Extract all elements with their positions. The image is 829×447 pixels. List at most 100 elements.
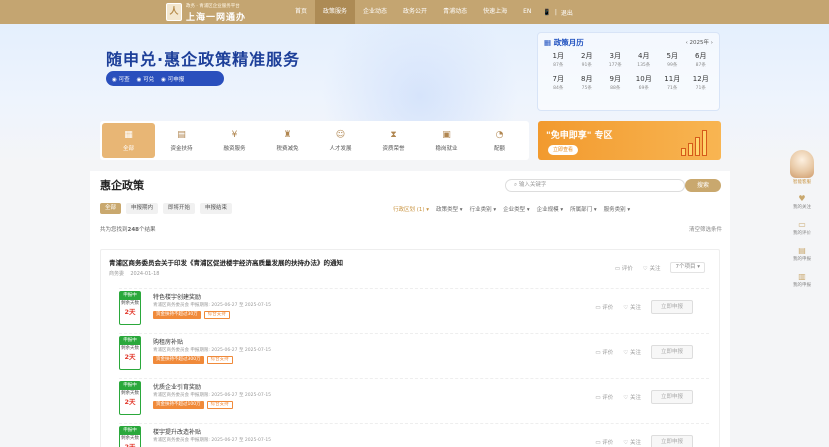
side-item[interactable]: ▥ 我的申报	[785, 272, 819, 288]
logout-link[interactable]: 退出	[561, 8, 573, 17]
evaluate-button[interactable]: ▭ 评价	[595, 303, 613, 311]
status-tabs: 全部 申报期内 即将开始 申报结束	[100, 203, 233, 214]
clear-filter-link[interactable]: 清空筛选条件	[689, 225, 722, 233]
logo-icon[interactable]: 人	[166, 3, 182, 21]
calendar-month[interactable]: 7月 84条	[544, 74, 573, 92]
nav-item[interactable]: 青浦动态	[435, 0, 475, 24]
project-tag: 综合支持	[203, 311, 230, 319]
banner-tag[interactable]: ◉ 可兑	[137, 75, 155, 83]
logo-title[interactable]: 上海一网通办	[186, 10, 246, 23]
assistant-label[interactable]: 智能客服	[785, 179, 819, 185]
project-name[interactable]: 优质企业引育奖励	[153, 382, 201, 391]
project-name[interactable]: 楼宇提升改造补贴	[153, 427, 201, 436]
category-item[interactable]: ¥ 融资服务	[208, 123, 261, 158]
filter-dropdown[interactable]: 所属部门 ▾	[570, 205, 597, 213]
calendar-month[interactable]: 4月 135条	[630, 51, 659, 69]
nav-item[interactable]: 政务公开	[395, 0, 435, 24]
chevron-right-icon[interactable]: ›	[711, 40, 713, 46]
status-tab[interactable]: 即将开始	[163, 203, 196, 214]
banner-tag[interactable]: ◉ 可申报	[161, 75, 184, 83]
category-item[interactable]: ⧗ 资质荣誉	[367, 123, 420, 158]
project-name[interactable]: 特色楼宇创建奖励	[153, 292, 201, 301]
category-icon: ▦	[124, 129, 133, 140]
follow-button[interactable]: ♡ 关注	[643, 264, 661, 272]
chevron-left-icon[interactable]: ‹	[686, 40, 688, 46]
calendar-month[interactable]: 9月 88条	[601, 74, 630, 92]
category-icon: ☺	[335, 129, 346, 140]
filter-dropdown[interactable]: 行业类别 ▾	[470, 205, 497, 213]
project-org: 青浦区商务委员会 申报期限: 2025-06-27 至 2025-07-15	[153, 348, 272, 353]
side-label: 我的申报	[793, 283, 811, 288]
side-item[interactable]: ▭ 我的评价	[785, 220, 819, 236]
apply-button[interactable]: 立即申报	[651, 435, 693, 447]
search-input[interactable]: ⌕ 输入关键字	[505, 179, 685, 192]
apply-button[interactable]: 立即申报	[651, 300, 693, 314]
side-item[interactable]: ▤ 我的申报	[785, 246, 819, 262]
nav-item[interactable]: 首页	[287, 0, 315, 24]
side-label: 我的申报	[793, 257, 811, 262]
calendar-month[interactable]: 3月 177条	[601, 51, 630, 69]
category-item[interactable]: ♜ 税费减免	[261, 123, 314, 158]
side-item[interactable]: ♥ 我的关注	[785, 194, 819, 210]
project-row: 申报中 剩余天数 2天 购租房补贴 青浦区商务委员会 申报期限: 2025-06-27 …	[119, 333, 709, 375]
evaluate-button[interactable]: ▭ 评价	[595, 348, 613, 356]
filter-dropdown[interactable]: 企业规模 ▾	[537, 205, 564, 213]
follow-button[interactable]: ♡ 关注	[623, 393, 641, 401]
category-item[interactable]: ▤ 资金扶持	[155, 123, 208, 158]
policy-source: 商务委	[109, 271, 125, 277]
calendar-year-select[interactable]: ‹ 2025年 ›	[686, 38, 713, 46]
badge-caption: 剩余天数	[121, 346, 139, 351]
filter-dropdown[interactable]: 政策类型 ▾	[436, 205, 463, 213]
category-item[interactable]: ▦ 全部	[102, 123, 155, 158]
status-tab[interactable]: 全部	[100, 203, 122, 214]
filter-dropdown[interactable]: 服务类别 ▾	[604, 205, 631, 213]
filter-dropdown[interactable]: 企业类型 ▾	[503, 205, 530, 213]
banner-tag[interactable]: ◉ 可查	[112, 75, 130, 83]
calendar-month[interactable]: 1月 87条	[544, 51, 573, 69]
page-title: 惠企政策	[100, 179, 144, 192]
project-actions: ▭ 评价 ♡ 关注 立即申报	[595, 345, 693, 359]
apply-button[interactable]: 立即申报	[651, 390, 693, 404]
calendar-month[interactable]: 12月 71条	[687, 74, 716, 92]
side-icon: ▭	[798, 220, 806, 229]
calendar-month[interactable]: 10月 69条	[630, 74, 659, 92]
status-tab[interactable]: 申报结束	[200, 203, 233, 214]
nav-item[interactable]: 政策服务	[315, 0, 356, 24]
project-count-toggle[interactable]: 7个项目 ▾	[670, 262, 705, 273]
nav-item[interactable]: EN	[515, 0, 539, 24]
nav-item[interactable]: 企业动态	[355, 0, 395, 24]
category-item[interactable]: ☺ 人才发展	[314, 123, 367, 158]
filter-bar: 行政区划 (1) ▾ 政策类型 ▾ 行业类别 ▾ 企业类型 ▾ 企业规模 ▾ 所属部门 ▾…	[393, 205, 630, 213]
promo-view-button[interactable]: 立即查看	[548, 145, 578, 155]
apply-button[interactable]: 立即申报	[651, 345, 693, 359]
calendar-month[interactable]: 5月 99条	[658, 51, 687, 69]
mobile-icon[interactable]: 📱	[543, 9, 550, 16]
calendar-month[interactable]: 11月 71条	[658, 74, 687, 92]
follow-button[interactable]: ♡ 关注	[623, 303, 641, 311]
promo-banner[interactable]: "免申即享" 专区 立即查看	[538, 121, 721, 160]
assistant-avatar[interactable]	[790, 150, 814, 178]
heart-icon: ♡	[623, 440, 630, 446]
category-item[interactable]: ▣ 稳岗就业	[420, 123, 473, 158]
status-tab[interactable]: 申报期内	[126, 203, 159, 214]
category-item[interactable]: ◔ 配额	[473, 123, 526, 158]
calendar-month[interactable]: 2月 91条	[573, 51, 602, 69]
category-icon: ▣	[442, 129, 451, 140]
evaluate-button[interactable]: ▭ 评价	[615, 264, 633, 272]
calendar-title-text: 政策月历	[553, 38, 584, 47]
badge-days: 2天	[124, 308, 136, 316]
search-button[interactable]: 搜索	[685, 179, 721, 192]
follow-button[interactable]: ♡ 关注	[623, 348, 641, 356]
category-label: 融资服务	[223, 145, 246, 152]
nav-item[interactable]: 快速上海	[475, 0, 515, 24]
follow-button[interactable]: ♡ 关注	[623, 438, 641, 446]
evaluate-button[interactable]: ▭ 评价	[595, 393, 613, 401]
calendar-month[interactable]: 8月 75条	[573, 74, 602, 92]
project-name[interactable]: 购租房补贴	[153, 337, 183, 346]
evaluate-button[interactable]: ▭ 评价	[595, 438, 613, 446]
calendar-month[interactable]: 6月 87条	[687, 51, 716, 69]
category-icon: ▤	[177, 129, 186, 140]
filter-dropdown[interactable]: 行政区划 (1) ▾	[393, 205, 429, 213]
policy-title[interactable]: 青浦区商务委员会关于印发《青浦区促进楼宇经济高质量发展的扶持办法》的通知	[109, 257, 343, 267]
project-org: 青浦区商务委员会 申报期限: 2025-06-27 至 2025-07-15	[153, 438, 272, 443]
